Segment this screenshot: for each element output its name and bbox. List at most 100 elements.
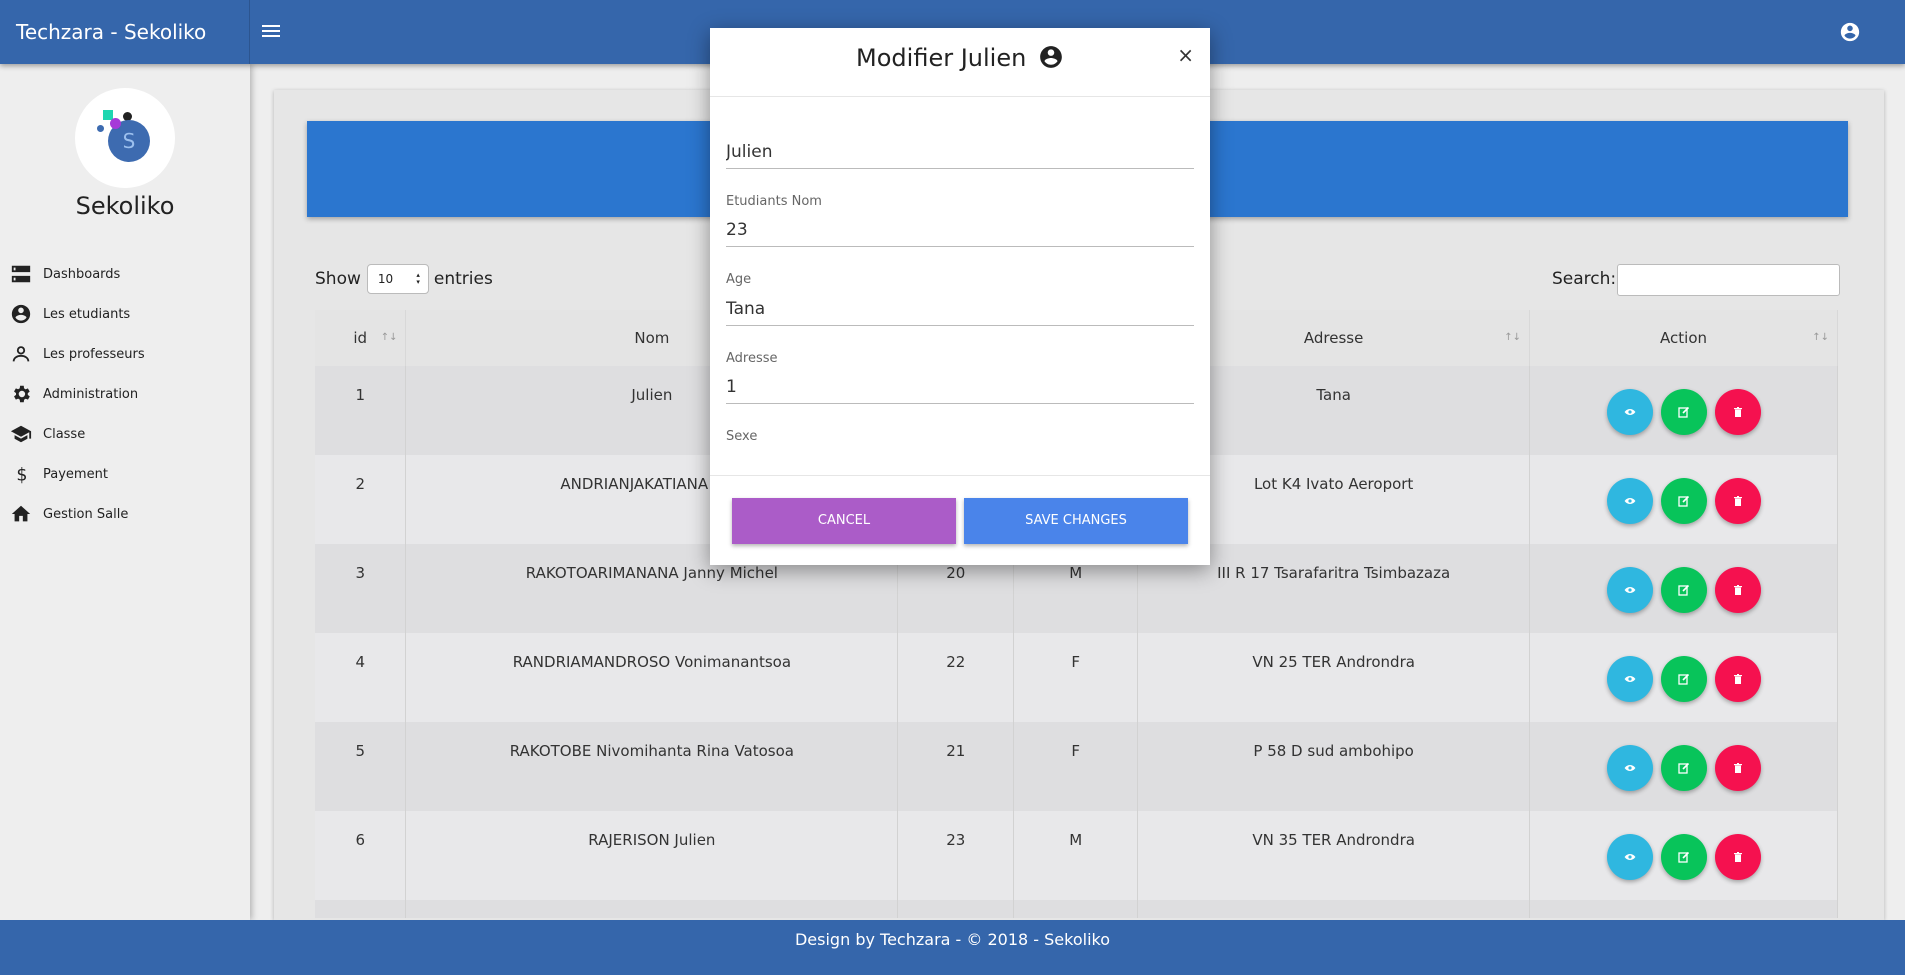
field-label: Etudiants Nom: [726, 194, 822, 209]
cell-actions: [1529, 722, 1838, 811]
modal-divider: [710, 475, 1210, 476]
account-circle-icon: [11, 304, 31, 324]
delete-button[interactable]: [1714, 389, 1761, 435]
view-button[interactable]: [1606, 567, 1653, 613]
cell-id: 5: [315, 722, 407, 811]
cell-id: 2: [315, 455, 407, 544]
close-icon[interactable]: ×: [1177, 43, 1194, 67]
svg-text:$: $: [16, 465, 27, 485]
school-icon: [10, 425, 32, 443]
sidebar-item-administration[interactable]: Administration: [0, 374, 250, 414]
sidebar-menu: Dashboards Les etudiants Les professeurs…: [0, 254, 250, 534]
age-field[interactable]: [726, 292, 1194, 326]
person-icon: [12, 346, 30, 362]
edit-button[interactable]: [1660, 567, 1707, 613]
edit-button[interactable]: [1660, 745, 1707, 791]
cell-actions: [1529, 366, 1838, 455]
field-label: Sexe: [726, 429, 758, 444]
app-logo: S: [75, 88, 175, 188]
sidebar-item-label: Les professeurs: [43, 346, 145, 362]
table-row: 5 RAKOTOBE Nivomihanta Rina Vatosoa 21 F P 5…: [315, 722, 1838, 811]
sidebar-item-etudiants[interactable]: Les etudiants: [0, 294, 250, 334]
cell-nom: RANDRIAMANDROSO Vonimanantsoa: [405, 633, 899, 722]
modal-title-text: Modifier Julien: [856, 44, 1027, 72]
save-changes-button[interactable]: SAVE CHANGES: [964, 498, 1188, 544]
account-circle-icon: [1040, 46, 1062, 68]
view-button[interactable]: [1606, 656, 1653, 702]
view-button[interactable]: [1606, 834, 1653, 880]
cell-age: 22: [897, 633, 1015, 722]
delete-button[interactable]: [1714, 745, 1761, 791]
sidebar-item-label: Classe: [43, 426, 86, 442]
search-label: Search:: [1552, 269, 1617, 289]
app-name: Sekoliko: [75, 192, 175, 220]
table-row: 4 RANDRIAMANDROSO Vonimanantsoa 22 F VN 25 T…: [315, 633, 1838, 722]
view-button[interactable]: [1606, 478, 1653, 524]
sort-icon: ↑↓: [380, 332, 398, 343]
search-input[interactable]: [1617, 264, 1840, 296]
column-header-action[interactable]: Action ↑↓: [1529, 310, 1838, 366]
adresse-field[interactable]: [726, 370, 1194, 404]
cell-age: 23: [897, 811, 1015, 900]
cell-nom: RAJERISON Julien: [405, 811, 899, 900]
cell-actions: [1529, 544, 1838, 633]
delete-button[interactable]: [1714, 834, 1761, 880]
show-label: Show: [315, 269, 361, 289]
nom-field[interactable]: [726, 213, 1194, 247]
footer: Design by Techzara - © 2018 - Sekoliko: [0, 920, 1905, 975]
prenom-field[interactable]: [726, 135, 1194, 169]
delete-button[interactable]: [1714, 656, 1761, 702]
edit-button[interactable]: [1660, 478, 1707, 524]
cell-adresse: VN 35 TER Androndra: [1137, 811, 1531, 900]
cell-id: 4: [315, 633, 407, 722]
sidebar-item-classe[interactable]: Classe: [0, 414, 250, 454]
hamburger-menu-icon[interactable]: [262, 22, 284, 42]
show-entries: Show 10 entries: [315, 264, 493, 294]
view-button[interactable]: [1606, 745, 1653, 791]
delete-button[interactable]: [1714, 567, 1761, 613]
cell-adresse: P 58 D sud ambohipo: [1137, 722, 1531, 811]
cell-sexe: M: [1013, 811, 1139, 900]
logo-dot: [97, 125, 104, 132]
edit-button[interactable]: [1660, 834, 1707, 880]
cell-actions: [1529, 633, 1838, 722]
sidebar-item-label: Dashboards: [43, 266, 121, 282]
sort-icon: ↑↓: [1504, 332, 1522, 343]
table-row: 6 RAJERISON Julien 23 M VN 35 TER Androndra: [315, 811, 1838, 900]
logo-dot: [110, 118, 121, 129]
cell-id: 6: [315, 811, 407, 900]
delete-button[interactable]: [1714, 478, 1761, 524]
dollar-icon: $: [16, 465, 27, 485]
edit-button[interactable]: [1660, 389, 1707, 435]
modal-title: Modifier Julien: [710, 44, 1210, 72]
field-label: Age: [726, 272, 752, 287]
sidebar-item-professeurs[interactable]: Les professeurs: [0, 334, 250, 374]
sidebar-item-label: Les etudiants: [43, 306, 131, 322]
edit-student-modal: Modifier Julien × Etudiants Nom Age Adre…: [710, 28, 1210, 565]
cell-id: 3: [315, 544, 407, 633]
cell-sexe: F: [1013, 722, 1139, 811]
sidebar-item-dashboards[interactable]: Dashboards: [0, 254, 250, 294]
edit-button[interactable]: [1660, 656, 1707, 702]
gear-icon: [14, 385, 30, 403]
sidebar-item-gestion-salle[interactable]: Gestion Salle: [0, 494, 250, 534]
entries-select[interactable]: 10: [366, 264, 429, 294]
modal-divider: [710, 96, 1210, 97]
cell-nom: RAKOTOBE Nivomihanta Rina Vatosoa: [405, 722, 899, 811]
sidebar-item-label: Gestion Salle: [43, 506, 129, 522]
cell-adresse: VN 25 TER Androndra: [1137, 633, 1531, 722]
cancel-button[interactable]: CANCEL: [732, 498, 956, 544]
dashboard-icon: [11, 265, 31, 283]
sidebar-item-label: Payement: [43, 466, 108, 482]
sidebar-item-payement[interactable]: $ Payement: [0, 454, 250, 494]
view-button[interactable]: [1606, 389, 1653, 435]
cell-age: 21: [897, 722, 1015, 811]
column-header-id[interactable]: id ↑↓: [315, 310, 407, 366]
field-label: Adresse: [726, 351, 778, 366]
cell-actions: [1529, 811, 1838, 900]
app-title: Techzara - Sekoliko: [0, 0, 250, 64]
sidebar: S Sekoliko Dashboards Les etudiants Les …: [0, 64, 250, 920]
account-circle-icon[interactable]: [1839, 21, 1861, 43]
sort-icon: ↑↓: [1812, 332, 1829, 343]
sidebar-item-label: Administration: [43, 386, 139, 402]
